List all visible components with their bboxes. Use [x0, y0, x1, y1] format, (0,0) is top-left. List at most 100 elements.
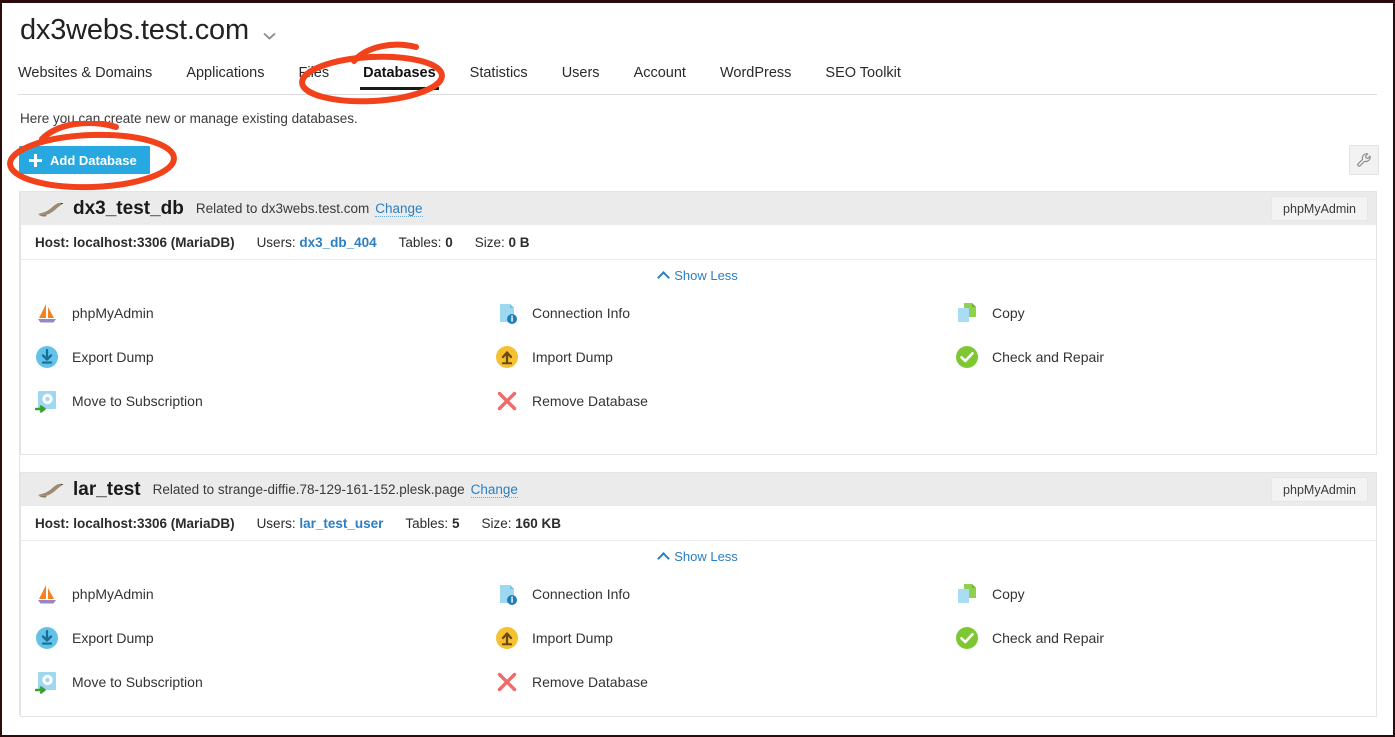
- database-card-header: lar_test Related to strange-diffie.78-12…: [21, 473, 1376, 506]
- export-dump-icon: [35, 626, 59, 650]
- database-related-text: Related to dx3webs.test.com: [196, 201, 369, 216]
- show-less-label: Show Less: [674, 548, 738, 564]
- move-to-subscription-icon: [34, 670, 59, 694]
- size-value: 0 B: [508, 234, 530, 250]
- action-remove-database[interactable]: Remove Database: [495, 669, 955, 695]
- check-and-repair-icon: [955, 626, 979, 650]
- action-check-and-repair[interactable]: Check and Repair: [955, 344, 1376, 370]
- host-label: Host:: [35, 515, 70, 531]
- action-import-dump[interactable]: Import Dump: [495, 344, 955, 370]
- action-copy[interactable]: Copy: [955, 581, 1376, 607]
- action-label: Export Dump: [72, 630, 154, 646]
- database-card: dx3_test_db Related to dx3webs.test.com …: [20, 191, 1377, 455]
- check-and-repair-icon: [955, 345, 979, 369]
- size-value: 160 KB: [515, 515, 562, 531]
- database-card: lar_test Related to strange-diffie.78-12…: [20, 472, 1377, 717]
- action-check-and-repair[interactable]: Check and Repair: [955, 625, 1376, 651]
- mariadb-seal-icon: [35, 198, 65, 220]
- action-label: Import Dump: [532, 349, 613, 365]
- action-label: Copy: [992, 305, 1025, 321]
- users-label: Users:: [256, 234, 296, 250]
- remove-database-icon: [495, 389, 519, 413]
- action-label: Move to Subscription: [72, 393, 203, 409]
- nav-item-seo-toolkit[interactable]: SEO Toolkit: [808, 65, 918, 90]
- import-dump-icon: [495, 345, 519, 369]
- action-move-to-subscription[interactable]: Move to Subscription: [34, 669, 495, 695]
- database-name: lar_test: [73, 478, 141, 500]
- related-domain: strange-diffie.78-129-161-152.plesk.page: [217, 482, 465, 497]
- action-export-dump[interactable]: Export Dump: [35, 625, 495, 651]
- database-name: dx3_test_db: [73, 197, 184, 219]
- tables-label: Tables:: [398, 234, 442, 250]
- page-body: dx3webs.test.com Websites & Domains Appl…: [4, 5, 1391, 733]
- action-label: Check and Repair: [992, 349, 1105, 365]
- nav-item-statistics[interactable]: Statistics: [453, 65, 545, 90]
- action-import-dump[interactable]: Import Dump: [495, 625, 955, 651]
- chevron-down-icon[interactable]: [263, 29, 276, 42]
- database-size: Size: 160 KB: [481, 516, 561, 531]
- show-less-toggle[interactable]: Show Less: [657, 548, 738, 565]
- show-less-label: Show Less: [674, 267, 738, 283]
- action-move-to-subscription[interactable]: Move to Subscription: [34, 388, 495, 414]
- related-domain: dx3webs.test.com: [261, 201, 370, 216]
- mariadb-seal-icon: [35, 479, 65, 501]
- nav-item-users[interactable]: Users: [545, 65, 617, 90]
- database-size: Size: 0 B: [475, 235, 530, 250]
- wrench-icon[interactable]: [1349, 145, 1379, 175]
- nav-item-files[interactable]: Files: [282, 65, 347, 90]
- nav-item-account[interactable]: Account: [617, 65, 703, 90]
- nav-item-websites-domains[interactable]: Websites & Domains: [18, 65, 169, 90]
- database-user-link[interactable]: dx3_db_404: [299, 235, 376, 250]
- tables-value: 0: [445, 234, 453, 250]
- page-title: dx3webs.test.com: [20, 14, 249, 46]
- add-database-button[interactable]: Add Database: [19, 146, 150, 174]
- phpmyadmin-sailboat-icon: [35, 301, 59, 325]
- copy-icon: [955, 301, 979, 325]
- tables-value: 5: [451, 515, 460, 531]
- main-nav: Websites & Domains Applications Files Da…: [18, 65, 1377, 95]
- action-label: phpMyAdmin: [72, 586, 154, 602]
- show-less-row: Show Less: [21, 260, 1376, 290]
- action-label: phpMyAdmin: [72, 305, 154, 321]
- copy-icon: [955, 582, 979, 606]
- change-link[interactable]: Change: [470, 482, 518, 498]
- nav-divider: [18, 94, 1377, 95]
- host-value: localhost:3306 (MariaDB): [73, 515, 235, 531]
- tables-label: Tables:: [405, 515, 449, 531]
- action-copy[interactable]: Copy: [955, 300, 1376, 326]
- database-card-header: dx3_test_db Related to dx3webs.test.com …: [21, 192, 1376, 225]
- database-user-link[interactable]: lar_test_user: [299, 516, 383, 531]
- action-label: Remove Database: [532, 393, 648, 409]
- action-remove-database[interactable]: Remove Database: [495, 388, 955, 414]
- database-users: Users: dx3_db_404: [257, 235, 377, 250]
- database-tables: Tables: 5: [405, 516, 459, 531]
- browser-window: dx3webs.test.com Websites & Domains Appl…: [0, 0, 1395, 737]
- action-label: Import Dump: [532, 630, 613, 646]
- phpmyadmin-sailboat-icon: [35, 582, 59, 606]
- nav-item-wordpress[interactable]: WordPress: [703, 65, 808, 90]
- action-phpmyadmin[interactable]: phpMyAdmin: [35, 581, 495, 607]
- change-link[interactable]: Change: [375, 201, 423, 217]
- database-host: Host: localhost:3306 (MariaDB): [35, 516, 235, 531]
- phpmyadmin-badge[interactable]: phpMyAdmin: [1271, 196, 1368, 221]
- page-title-row: dx3webs.test.com: [20, 13, 276, 48]
- action-connection-info[interactable]: Connection Info: [495, 581, 955, 607]
- users-label: Users:: [256, 515, 296, 531]
- import-dump-icon: [495, 626, 519, 650]
- nav-item-applications[interactable]: Applications: [169, 65, 281, 90]
- size-label: Size:: [481, 515, 512, 531]
- database-info-row: Host: localhost:3306 (MariaDB) Users: la…: [21, 506, 1376, 541]
- chevron-up-icon: [657, 551, 671, 565]
- show-less-row: Show Less: [21, 541, 1376, 571]
- size-label: Size:: [474, 234, 505, 250]
- action-phpmyadmin[interactable]: phpMyAdmin: [35, 300, 495, 326]
- action-label: Remove Database: [532, 674, 648, 690]
- action-connection-info[interactable]: Connection Info: [495, 300, 955, 326]
- phpmyadmin-badge[interactable]: phpMyAdmin: [1271, 477, 1368, 502]
- show-less-toggle[interactable]: Show Less: [657, 267, 738, 284]
- database-host: Host: localhost:3306 (MariaDB): [35, 235, 235, 250]
- action-export-dump[interactable]: Export Dump: [35, 344, 495, 370]
- plus-icon: [29, 153, 42, 167]
- add-database-label: Add Database: [50, 152, 137, 168]
- nav-item-databases[interactable]: Databases: [346, 65, 453, 90]
